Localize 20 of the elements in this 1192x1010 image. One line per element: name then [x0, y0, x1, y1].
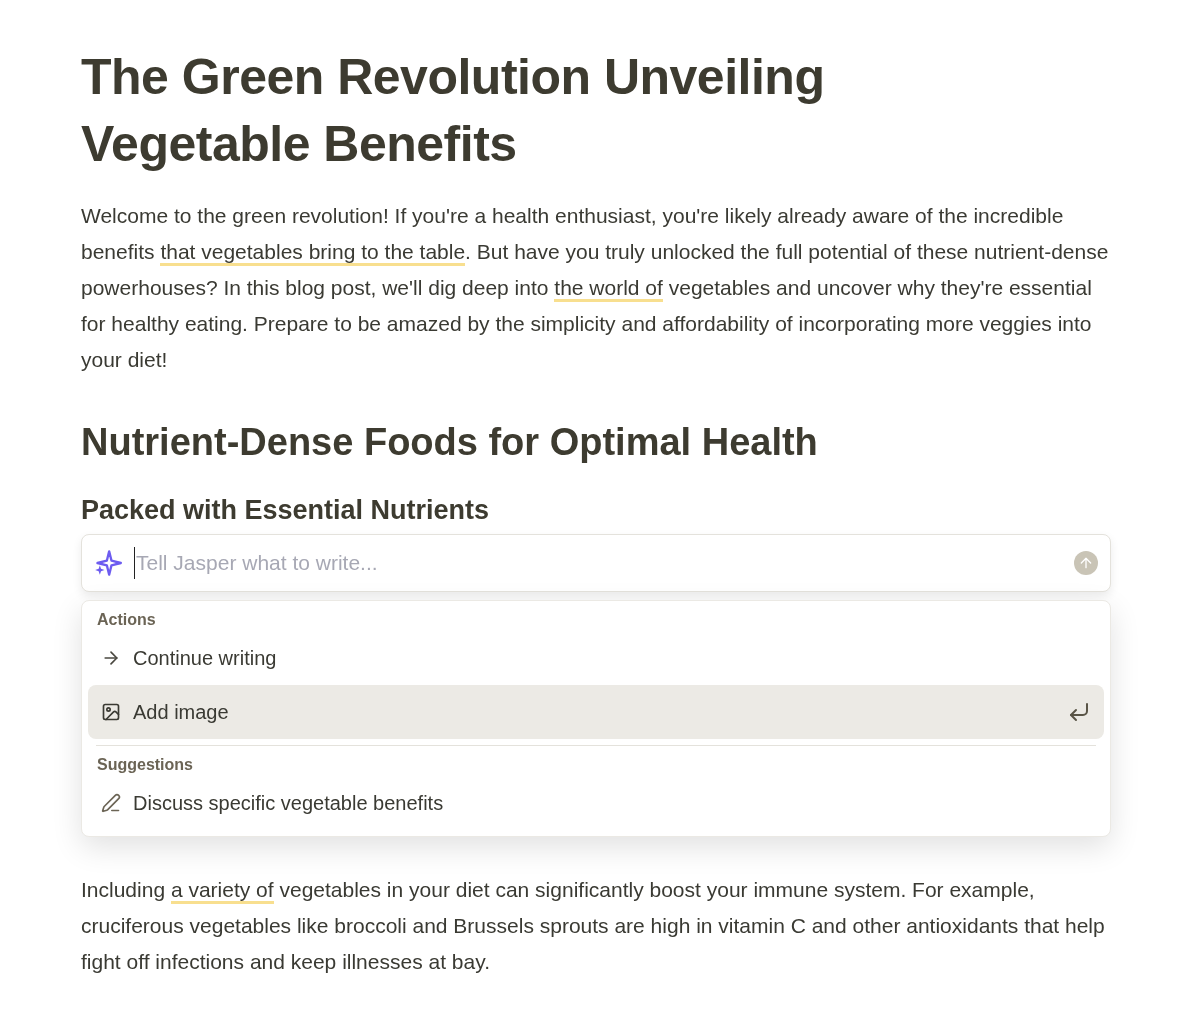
menu-item[interactable]: Continue writing: [88, 631, 1104, 685]
subheading: Packed with Essential Nutrients: [81, 494, 491, 527]
send-button[interactable]: [1074, 551, 1098, 575]
pencil-icon: [101, 793, 121, 813]
paragraph: Including a variety of vegetables in your diet can significantly boost your immune system. For example, cruciferous vegetables like broccoli and Brussels sprouts are high in vitamin C and other antioxidants that help fight off infections and keep illnesses at bay.: [81, 877, 1106, 975]
enter-key-icon: [1067, 700, 1091, 724]
section-heading: Nutrient-Dense Foods for Optimal Health: [81, 420, 819, 465]
menu-item-label: Continue writing: [133, 646, 278, 671]
menu-group-label: Suggestions: [96, 755, 194, 775]
menu-item[interactable]: Add image: [88, 685, 1104, 739]
menu-item-label: Discuss specific vegetable benefits: [133, 791, 445, 816]
paragraph: Welcome to the green revolution! If you're a health enthusiast, you're likely already aware of the incredible benefits that vegetables bring to the table. But have you truly unlocked the full potential of these nutrient-dense powerhouses? In this blog post, we'll dig deep into the world of vegetables and uncover why they're essential for healthy eating. Prepare to be amazed by the simplicity and affordability of incorporating more veggies into your diet!: [81, 203, 1110, 373]
sparkle-icon: [94, 549, 122, 577]
menu-group-label: Actions: [96, 610, 157, 630]
prompt-field[interactable]: Tell Jasper what to write...: [134, 547, 1062, 579]
prompt-bar[interactable]: Tell Jasper what to write...: [81, 534, 1111, 592]
image-icon: [101, 702, 121, 722]
menu-item[interactable]: Discuss specific vegetable benefits: [88, 776, 1104, 830]
menu-item-label: Add image: [133, 700, 230, 725]
article-title: The Green Revolution Unveiling Vegetable Benefits: [81, 48, 826, 174]
